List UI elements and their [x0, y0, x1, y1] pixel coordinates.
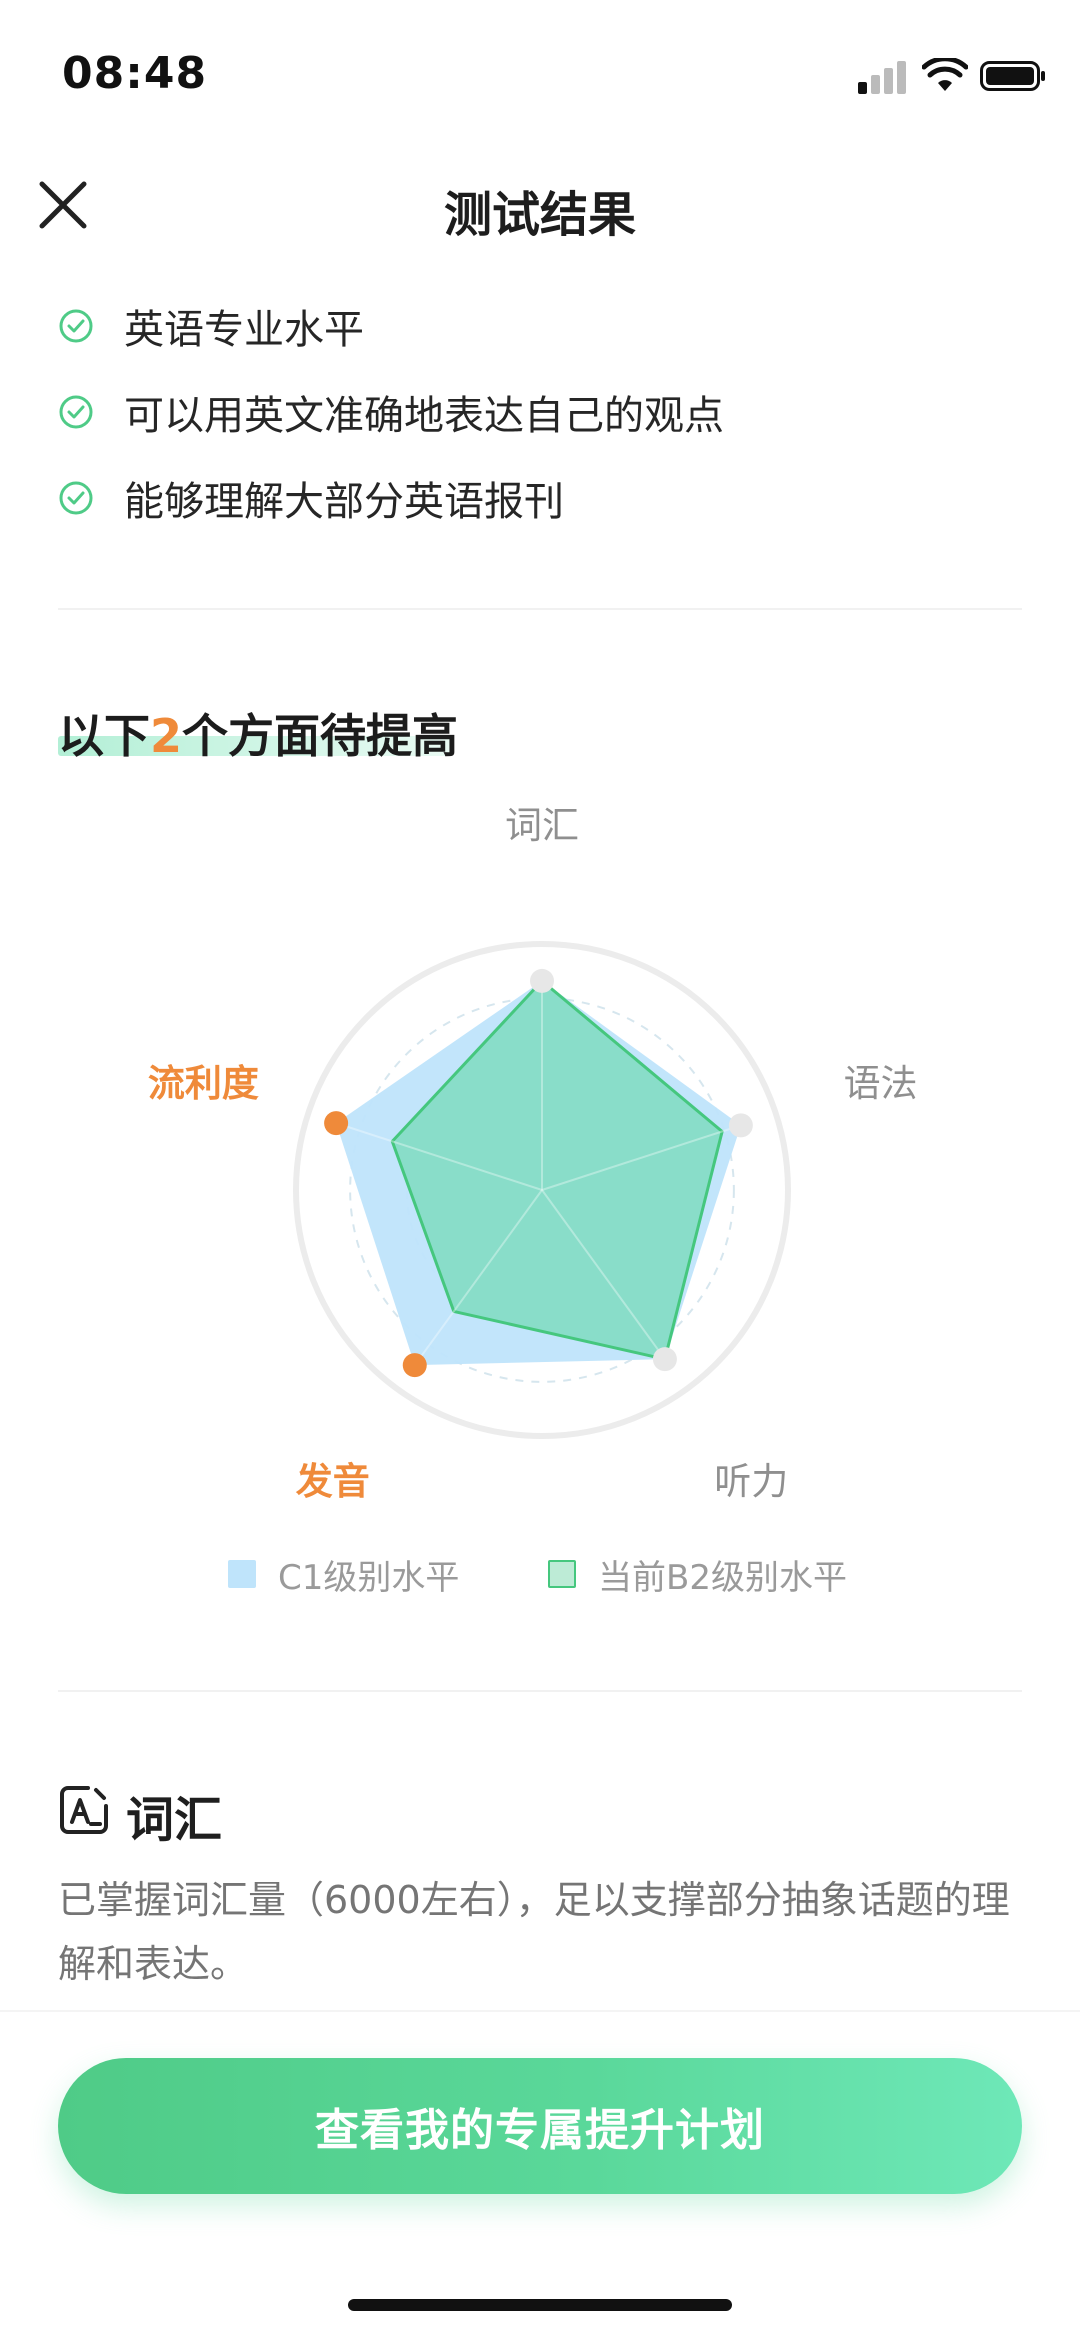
- radar-axis-label: 发音: [295, 1460, 370, 1503]
- legend-label-b2: 当前B2级别水平: [598, 1557, 847, 1598]
- vocab-section-title: 词汇: [126, 1792, 223, 1848]
- achievement-text: 英语专业水平: [124, 307, 364, 353]
- radar-axis-label: 流利度: [147, 1061, 259, 1105]
- improve-suffix: 个方面待提高: [182, 709, 459, 763]
- check-circle-icon: [59, 395, 93, 429]
- legend-item-b2: 当前B2级别水平: [548, 1552, 847, 1598]
- view-plan-button-label: 查看我的专属提升计划: [315, 2105, 765, 2156]
- improve-heading: 以下2个方面待提高: [58, 700, 458, 766]
- achievement-item: 可以用英文准确地表达自己的观点: [58, 382, 724, 442]
- radar-axis-label: 听力: [714, 1460, 789, 1503]
- radar-axis-label: 词汇: [505, 804, 579, 847]
- home-indicator: [348, 2299, 732, 2311]
- battery-icon: [980, 61, 1045, 91]
- achievement-item: 能够理解大部分英语报刊: [58, 468, 564, 528]
- improve-prefix: 以下: [58, 709, 150, 763]
- achievement-text: 可以用英文准确地表达自己的观点: [124, 393, 724, 439]
- check-circle-icon: [59, 481, 93, 515]
- check-circle-icon: [59, 309, 93, 343]
- radar-point-highlight: [324, 1111, 349, 1136]
- achievement-item: 英语专业水平: [58, 296, 364, 356]
- radar-chart: 词汇语法听力 发音 流利度: [0, 804, 1080, 1520]
- improve-count: 2: [150, 709, 183, 763]
- achievement-text: 能够理解大部分英语报刊: [124, 479, 564, 525]
- section-divider: [58, 1690, 1022, 1692]
- radar-point: [728, 1113, 753, 1138]
- view-plan-button[interactable]: 查看我的专属提升计划: [58, 2058, 1022, 2194]
- cellular-signal-icon: [858, 60, 908, 94]
- radar-point: [530, 968, 554, 993]
- wifi-icon: [922, 58, 968, 91]
- status-time: 08:48: [62, 48, 208, 99]
- page-title: 测试结果: [443, 187, 636, 243]
- legend-label-c1: C1级别水平: [278, 1557, 460, 1598]
- legend-item-c1: C1级别水平: [228, 1552, 460, 1598]
- radar-point-highlight: [402, 1353, 427, 1378]
- legend-swatch-c1: [228, 1560, 256, 1588]
- legend-swatch-b2: [548, 1560, 576, 1588]
- bottom-bar-divider: [0, 2010, 1080, 2012]
- vocab-description: 已掌握词汇量（6000左右），足以支撑部分抽象话题的理解和表达。: [58, 1878, 1010, 1986]
- radar-chart-svg: [293, 941, 791, 1439]
- radar-point: [652, 1347, 677, 1372]
- section-divider: [58, 608, 1022, 610]
- vocabulary-card-icon: [60, 1786, 108, 1834]
- radar-axis-label: 语法: [843, 1061, 918, 1105]
